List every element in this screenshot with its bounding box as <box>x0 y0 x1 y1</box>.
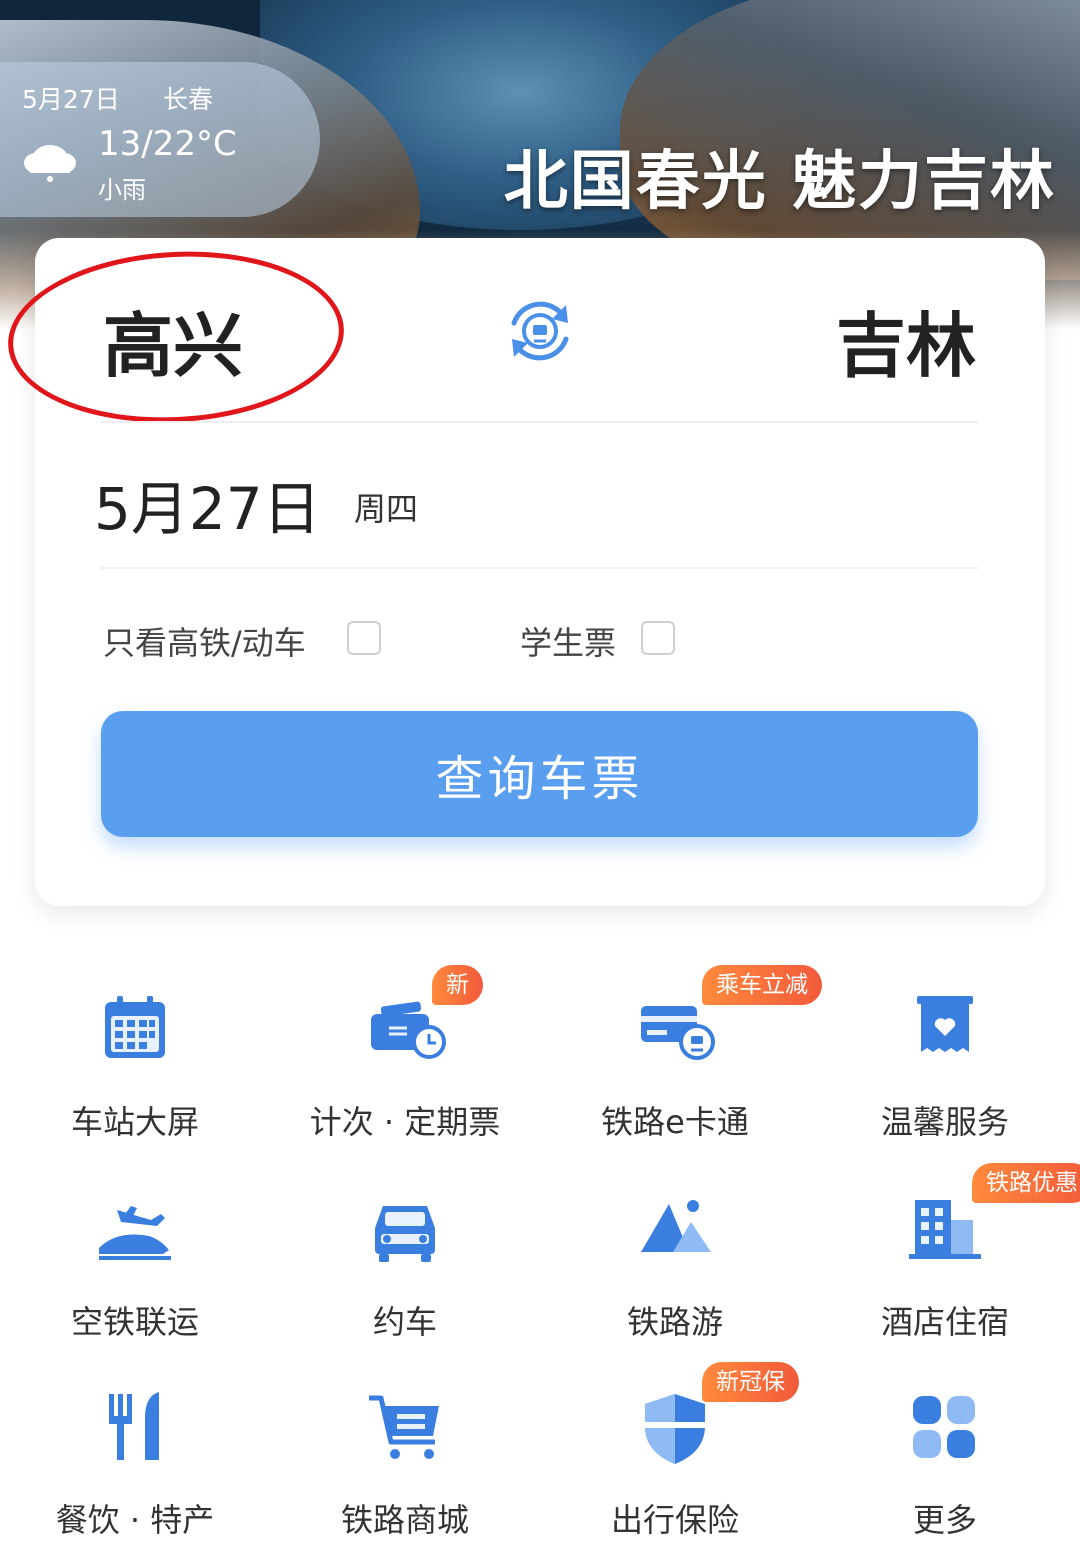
from-station[interactable]: 高兴 <box>103 290 243 391</box>
swap-stations-icon[interactable] <box>502 293 578 369</box>
departure-date[interactable]: 5月27日 <box>94 462 321 546</box>
mountain-icon <box>641 1200 711 1252</box>
weather-city: 长春 <box>163 85 214 114</box>
new-badge: 新 <box>432 965 483 1005</box>
service-label: 铁路游 <box>626 1303 723 1341</box>
service-dining[interactable]: 餐饮 · 特产 <box>0 1388 270 1568</box>
plane-train-icon <box>99 1206 171 1260</box>
service-label: 温馨服务 <box>880 1103 1009 1141</box>
service-label: 铁路e卡通 <box>601 1103 749 1141</box>
service-car[interactable]: 约车 <box>270 1190 540 1370</box>
highspeed-only-checkbox[interactable] <box>347 621 381 655</box>
fork-knife-icon <box>109 1392 159 1460</box>
divider <box>100 421 978 423</box>
to-station[interactable]: 吉林 <box>836 290 976 391</box>
service-air-rail[interactable]: 空铁联运 <box>0 1190 270 1370</box>
cloud-rain-icon <box>24 145 76 182</box>
covid-insurance-badge: 新冠保 <box>702 1362 799 1402</box>
student-ticket-label: 学生票 <box>520 624 617 662</box>
heart-box-icon <box>917 996 973 1052</box>
weather-widget[interactable]: 5月27日 长春 13/22°C 小雨 <box>0 62 320 217</box>
service-more[interactable]: 更多 <box>810 1388 1080 1568</box>
grid-more-icon <box>913 1396 975 1458</box>
service-insurance[interactable]: 出行保险 <box>540 1388 810 1568</box>
weather-condition: 小雨 <box>98 176 146 204</box>
calendar-icon <box>105 996 165 1058</box>
service-rail-tour[interactable]: 铁路游 <box>540 1190 810 1370</box>
divider <box>100 567 978 569</box>
service-label: 餐饮 · 特产 <box>55 1501 215 1539</box>
service-label: 铁路商城 <box>340 1501 469 1539</box>
service-label: 计次 · 定期票 <box>309 1103 501 1141</box>
banner-title: 北国春光 魅力吉林 <box>503 144 1056 219</box>
car-icon <box>375 1206 435 1262</box>
service-label: 车站大屏 <box>70 1103 199 1141</box>
departure-weekday: 周四 <box>354 490 419 528</box>
service-label: 酒店住宿 <box>880 1303 1009 1341</box>
highspeed-only-label: 只看高铁/动车 <box>103 624 306 662</box>
service-label: 出行保险 <box>610 1501 739 1539</box>
search-tickets-button[interactable]: 查询车票 <box>101 711 978 837</box>
weather-date: 5月27日 <box>22 85 120 114</box>
student-ticket-checkbox[interactable] <box>641 621 675 655</box>
service-station-screen[interactable]: 车站大屏 <box>0 990 270 1170</box>
service-label: 约车 <box>372 1303 437 1341</box>
rail-discount-badge: 铁路优惠 <box>972 1163 1080 1203</box>
service-label: 更多 <box>912 1501 977 1539</box>
weather-temperature: 13/22°C <box>98 124 237 164</box>
service-mall[interactable]: 铁路商城 <box>270 1388 540 1568</box>
service-warm[interactable]: 温馨服务 <box>810 990 1080 1170</box>
service-count-ticket[interactable]: 计次 · 定期票 <box>270 990 540 1170</box>
service-label: 空铁联运 <box>70 1303 199 1341</box>
service-ecard[interactable]: 铁路e卡通 <box>540 990 810 1170</box>
service-hotel[interactable]: 酒店住宿 <box>810 1190 1080 1370</box>
cart-icon <box>369 1395 439 1459</box>
discount-badge: 乘车立减 <box>702 965 822 1005</box>
